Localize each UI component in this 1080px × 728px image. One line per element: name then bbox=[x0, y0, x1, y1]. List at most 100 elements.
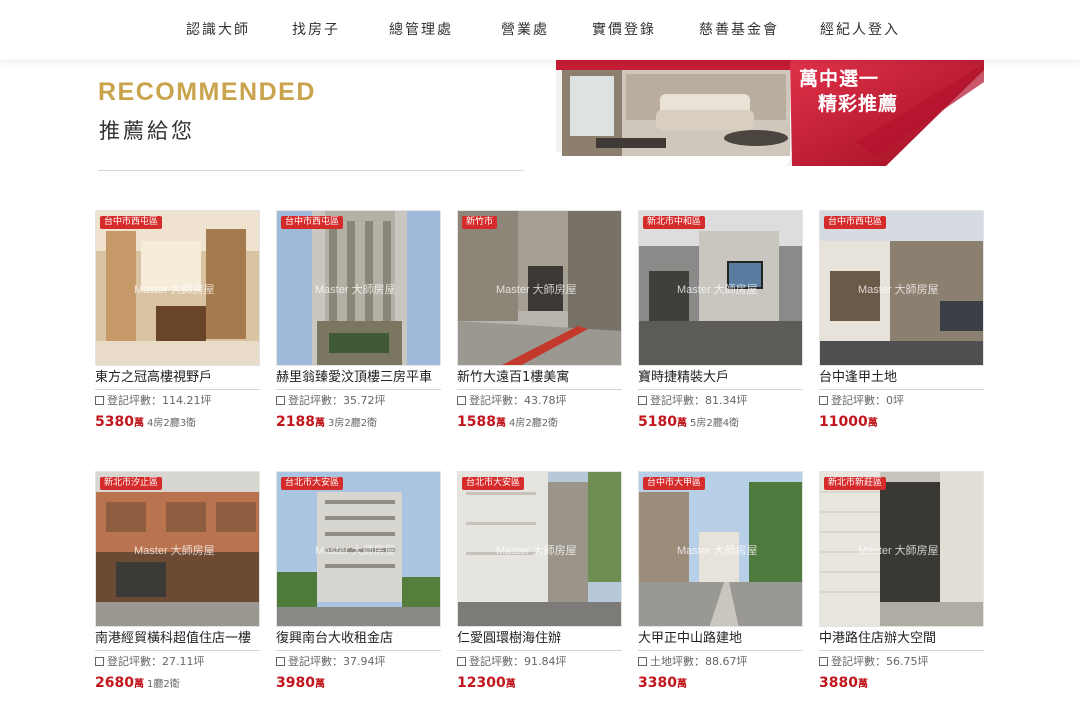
listing-title[interactable]: 寶時捷精裝大戶 bbox=[638, 368, 803, 390]
room-layout: 4房2廳2衛 bbox=[508, 418, 559, 429]
listing-area: 登記坪數：35.72坪 bbox=[276, 393, 441, 409]
district-tag: 新北市中和區 bbox=[643, 216, 706, 229]
listing-card[interactable]: 新北市新莊區 Master 大師房屋中港路住店辦大空間登記坪數：56.75坪 388… bbox=[819, 471, 984, 694]
listing-title[interactable]: 中港路住店辦大空間 bbox=[819, 629, 984, 651]
district-tag: 台中市西屯區 bbox=[281, 216, 344, 229]
room-layout: 1廳2衛 bbox=[146, 679, 180, 690]
price-value: 5180 bbox=[638, 414, 677, 430]
district-tag: 台北市大安區 bbox=[281, 477, 344, 490]
price-unit: 萬 bbox=[676, 679, 687, 690]
room-layout: 4房2廳3衛 bbox=[146, 418, 197, 429]
listing-photo[interactable]: 新北市汐止區 Master 大師房屋 bbox=[95, 471, 260, 627]
price-value: 2680 bbox=[95, 675, 134, 691]
listing-photo[interactable]: 新竹市 Master 大師房屋 bbox=[457, 210, 622, 366]
cube-icon bbox=[95, 396, 104, 405]
price-unit: 萬 bbox=[314, 679, 325, 690]
listing-card[interactable]: 台中市西屯區 Master 大師房屋東方之冠高樓視野戶登記坪數：114.21坪 53… bbox=[95, 210, 260, 433]
district-tag: 新北市汐止區 bbox=[100, 477, 163, 490]
price-unit: 萬 bbox=[314, 418, 325, 429]
area-label: 登記坪數： bbox=[650, 394, 705, 407]
price-unit: 萬 bbox=[133, 418, 144, 429]
listing-title[interactable]: 新竹大遠百1樓美寓 bbox=[457, 368, 622, 390]
watermark-logo: Master 大師房屋 bbox=[315, 284, 396, 296]
area-value: 37.94坪 bbox=[343, 655, 386, 668]
nav-price-registry[interactable]: 實價登錄 bbox=[592, 19, 656, 39]
listing-area: 登記坪數：27.11坪 bbox=[95, 654, 260, 670]
watermark-logo: Master 大師房屋 bbox=[134, 284, 215, 296]
area-value: 27.11坪 bbox=[162, 655, 205, 668]
promo-banner[interactable]: 萬中選一 精彩推薦 bbox=[556, 60, 984, 166]
room-layout: 5房2廳4衛 bbox=[689, 418, 740, 429]
price-unit: 萬 bbox=[505, 679, 516, 690]
listing-price: 5180萬 5房2廳4衛 bbox=[638, 413, 803, 433]
watermark-logo: Master 大師房屋 bbox=[677, 284, 758, 296]
listing-photo[interactable]: 台中市西屯區 Master 大師房屋 bbox=[819, 210, 984, 366]
listing-card[interactable]: 台中市西屯區 Master 大師房屋 台中逢甲土地 登記坪數：0坪 11000萬 bbox=[819, 210, 984, 433]
watermark-logo: Master 大師房屋 bbox=[496, 284, 577, 296]
listing-area: 土地坪數：88.67坪 bbox=[638, 654, 803, 670]
listing-price: 3380萬 bbox=[638, 674, 803, 694]
listing-title[interactable]: 赫里翁臻愛汶頂樓三房平車 bbox=[276, 368, 441, 390]
cube-icon bbox=[95, 657, 104, 666]
district-tag: 台北市大安區 bbox=[462, 477, 525, 490]
listing-area: 登記坪數：56.75坪 bbox=[819, 654, 984, 670]
listing-title[interactable]: 東方之冠高樓視野戶 bbox=[95, 368, 260, 390]
price-value: 5380 bbox=[95, 414, 134, 430]
cube-icon bbox=[457, 657, 466, 666]
price-value: 3980 bbox=[276, 675, 315, 691]
listing-card[interactable]: 台北市大安區 Master 大師房屋 仁愛圓環樹海住辦 登記坪數：91.84坪 1230… bbox=[457, 471, 622, 694]
nav-branches[interactable]: 營業處 bbox=[501, 19, 549, 39]
listing-photo[interactable]: 台中市西屯區 Master 大師房屋 bbox=[276, 210, 441, 366]
area-value: 81.34坪 bbox=[705, 394, 748, 407]
watermark-logo: Master 大師房屋 bbox=[858, 284, 939, 296]
area-label: 登記坪數： bbox=[469, 655, 524, 668]
listing-photo[interactable]: 新北市中和區 Master 大師房屋 bbox=[638, 210, 803, 366]
watermark-logo: Master 大師房屋 bbox=[315, 545, 396, 557]
listing-card[interactable]: 新北市汐止區 Master 大師房屋南港經貿橫科超值住店一樓登記坪數：27.11坪… bbox=[95, 471, 260, 694]
district-tag: 台中市西屯區 bbox=[100, 216, 163, 229]
price-unit: 萬 bbox=[133, 679, 144, 690]
watermark-logo: Master 大師房屋 bbox=[858, 545, 939, 557]
section-title-en: RECOMMENDED bbox=[98, 78, 316, 106]
listing-price: 1588萬 4房2廳2衛 bbox=[457, 413, 622, 433]
listing-photo[interactable]: 台中市大甲區 Master 大師房屋 bbox=[638, 471, 803, 627]
listing-card[interactable]: 新北市中和區 Master 大師房屋寶時捷精裝大戶登記坪數：81.34坪 5180萬… bbox=[638, 210, 803, 433]
cube-icon bbox=[457, 396, 466, 405]
listing-price: 3980萬 bbox=[276, 674, 441, 694]
listing-title[interactable]: 台中逢甲土地 bbox=[819, 368, 984, 390]
watermark-logo: Master 大師房屋 bbox=[134, 545, 215, 557]
listing-title[interactable]: 復興南台大收租金店 bbox=[276, 629, 441, 651]
room-layout: 3房2廳2衛 bbox=[327, 418, 378, 429]
listing-card[interactable]: 台北市大安區 Master 大師房屋復興南台大收租金店登記坪數：37.94坪 398… bbox=[276, 471, 441, 694]
listing-price: 11000萬 bbox=[819, 413, 984, 433]
nav-headquarters[interactable]: 總管理處 bbox=[389, 19, 453, 39]
listing-photo[interactable]: 新北市新莊區 Master 大師房屋 bbox=[819, 471, 984, 627]
listing-card[interactable]: 台中市大甲區 Master 大師房屋 大甲正中山路建地土地坪數：88.67坪 3380… bbox=[638, 471, 803, 694]
listing-title[interactable]: 大甲正中山路建地 bbox=[638, 629, 803, 651]
price-value: 11000 bbox=[819, 414, 868, 430]
listing-card[interactable]: 新竹市 Master 大師房屋 新竹大遠百1樓美寓 登記坪數：43.78坪 1588萬 4… bbox=[457, 210, 622, 433]
listing-card[interactable]: 台中市西屯區 Master 大師房屋赫里翁臻愛汶頂樓三房平車登記坪數：35.72坪… bbox=[276, 210, 441, 433]
listing-title[interactable]: 南港經貿橫科超值住店一樓 bbox=[95, 629, 260, 651]
listing-photo[interactable]: 台北市大安區 Master 大師房屋 bbox=[457, 471, 622, 627]
area-value: 114.21坪 bbox=[162, 394, 212, 407]
price-unit: 萬 bbox=[867, 418, 878, 429]
nav-about[interactable]: 認識大師 bbox=[186, 19, 250, 39]
area-label: 登記坪數： bbox=[107, 655, 162, 668]
nav-find-house[interactable]: 找房子 bbox=[292, 19, 340, 39]
listing-price: 3880萬 bbox=[819, 674, 984, 694]
listing-title[interactable]: 仁愛圓環樹海住辦 bbox=[457, 629, 622, 651]
listing-price: 12300萬 bbox=[457, 674, 622, 694]
listing-photo[interactable]: 台中市西屯區 Master 大師房屋 bbox=[95, 210, 260, 366]
area-value: 56.75坪 bbox=[886, 655, 929, 668]
listing-price: 2680萬 1廳2衛 bbox=[95, 674, 260, 694]
area-label: 登記坪數： bbox=[288, 655, 343, 668]
district-tag: 台中市西屯區 bbox=[824, 216, 887, 229]
price-value: 3880 bbox=[819, 675, 858, 691]
listing-photo[interactable]: 台北市大安區 Master 大師房屋 bbox=[276, 471, 441, 627]
nav-agent-login[interactable]: 經紀人登入 bbox=[820, 19, 900, 39]
nav-charity[interactable]: 慈善基金會 bbox=[699, 19, 779, 39]
listing-area: 登記坪數：114.21坪 bbox=[95, 393, 260, 409]
price-value: 2188 bbox=[276, 414, 315, 430]
district-tag: 新北市新莊區 bbox=[824, 477, 887, 490]
